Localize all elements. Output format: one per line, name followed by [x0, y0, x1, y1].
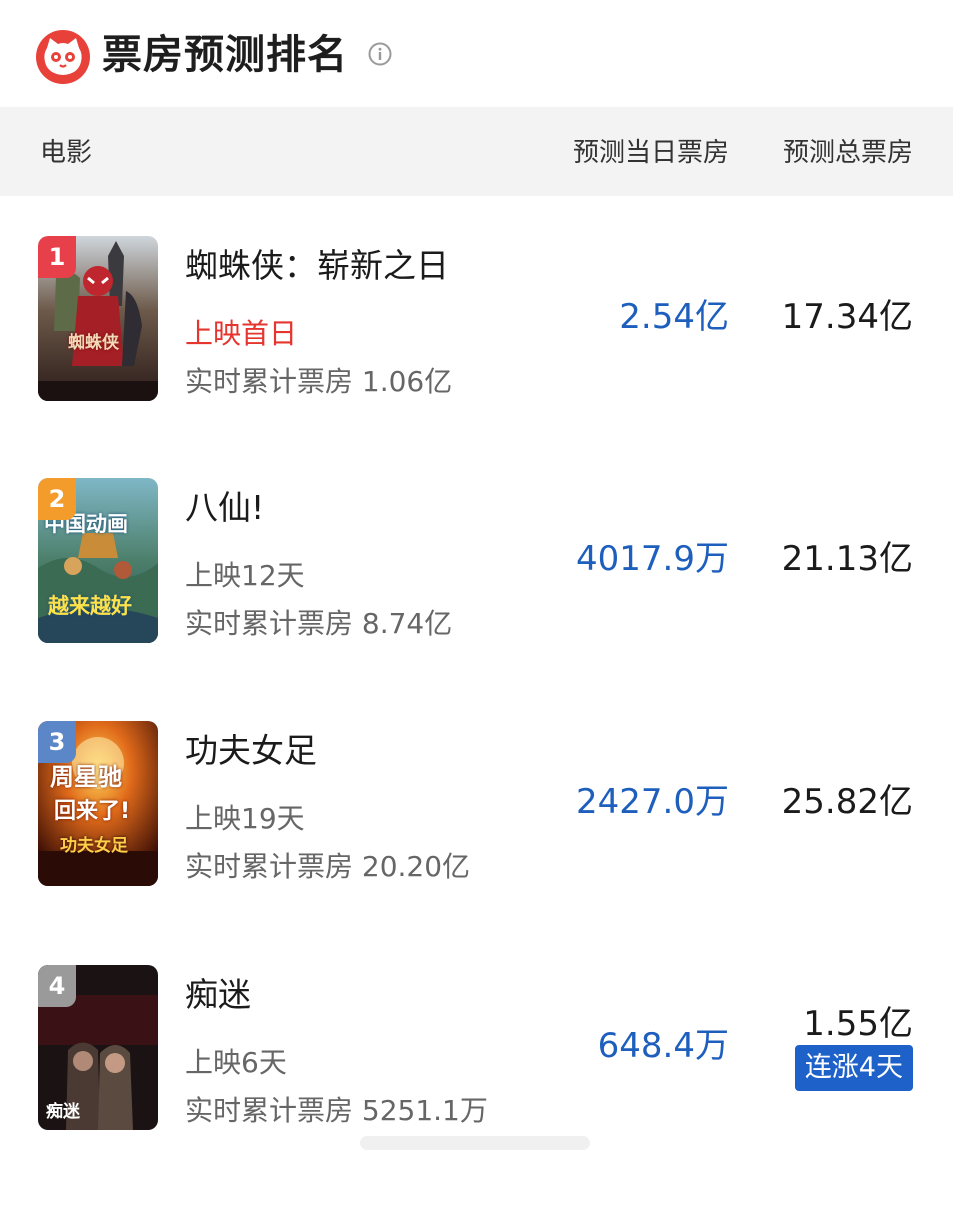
page-header: 票房预测排名 [0, 0, 953, 107]
movie-row[interactable]: 周星驰 回来了! 功夫女足 3 功夫女足 上映19天 实时累计票房 20.20亿… [0, 721, 953, 961]
rank-badge: 4 [38, 965, 76, 1007]
cumulative-box-office: 实时累计票房 5251.1万 [185, 1094, 488, 1127]
cumulative-box-office: 实时累计票房 8.74亿 [185, 607, 453, 640]
movie-title[interactable]: 八仙! [185, 486, 264, 530]
movie-title[interactable]: 痴迷 [185, 973, 251, 1017]
release-status: 上映6天 [185, 1046, 287, 1079]
poster-subtitle-text: 越来越好 [48, 594, 132, 618]
predicted-day-box-office: 2.54亿 [619, 297, 729, 337]
movie-poster[interactable]: 痴迷 4 [38, 965, 158, 1130]
movie-row[interactable]: 蜘蛛侠 1 蜘蛛侠：崭新之日 上映首日 实时累计票房 1.06亿 2.54亿 1… [0, 236, 953, 476]
predicted-total-box-office: 25.82亿 [781, 782, 913, 822]
trend-badge: 连涨4天 [794, 1045, 913, 1091]
release-status: 上映12天 [185, 559, 305, 592]
movie-title[interactable]: 蜘蛛侠：崭新之日 [185, 244, 449, 288]
watermark-strip [360, 1132, 590, 1154]
rank-badge: 2 [38, 478, 76, 520]
predicted-day-box-office: 2427.0万 [576, 782, 729, 822]
column-total-box[interactable]: 预测总票房 [783, 107, 913, 196]
predicted-total-box-office: 17.34亿 [781, 297, 913, 337]
predicted-day-box-office: 648.4万 [597, 1026, 729, 1066]
cumulative-box-office: 实时累计票房 1.06亿 [185, 365, 453, 398]
movie-poster[interactable]: 蜘蛛侠 1 [38, 236, 158, 401]
poster-title-text: 蜘蛛侠 [68, 333, 119, 353]
rank-badge: 1 [38, 236, 76, 278]
poster-subtitle-text: 回来了! [54, 799, 131, 824]
rank-badge: 3 [38, 721, 76, 763]
cat-logo-icon [36, 30, 90, 84]
column-movie: 电影 [40, 138, 93, 168]
poster-title-text: 痴迷 [46, 1102, 80, 1122]
column-header-bar: 电影 预测当日票房 预测总票房 [0, 107, 953, 196]
movie-poster[interactable]: 中国动画 越来越好 2 [38, 478, 158, 643]
release-status: 上映19天 [185, 802, 305, 835]
cumulative-box-office: 实时累计票房 20.20亿 [185, 850, 471, 883]
predicted-day-box-office: 4017.9万 [576, 539, 729, 579]
movie-poster[interactable]: 周星驰 回来了! 功夫女足 3 [38, 721, 158, 886]
page-title: 票房预测排名 [102, 32, 348, 78]
movie-row[interactable]: 痴迷 4 痴迷 上映6天 实时累计票房 5251.1万 648.4万 1.55亿… [0, 965, 953, 1205]
column-day-box[interactable]: 预测当日票房 [573, 107, 729, 196]
release-status: 上映首日 [185, 317, 298, 350]
predicted-total-box-office: 21.13亿 [781, 539, 913, 579]
poster-logo-text: 功夫女足 [60, 836, 128, 856]
movie-row[interactable]: 中国动画 越来越好 2 八仙! 上映12天 实时累计票房 8.74亿 4017.… [0, 478, 953, 718]
predicted-total-box-office: 1.55亿 [803, 1004, 913, 1044]
movie-title[interactable]: 功夫女足 [185, 729, 317, 773]
info-icon[interactable] [368, 42, 392, 66]
